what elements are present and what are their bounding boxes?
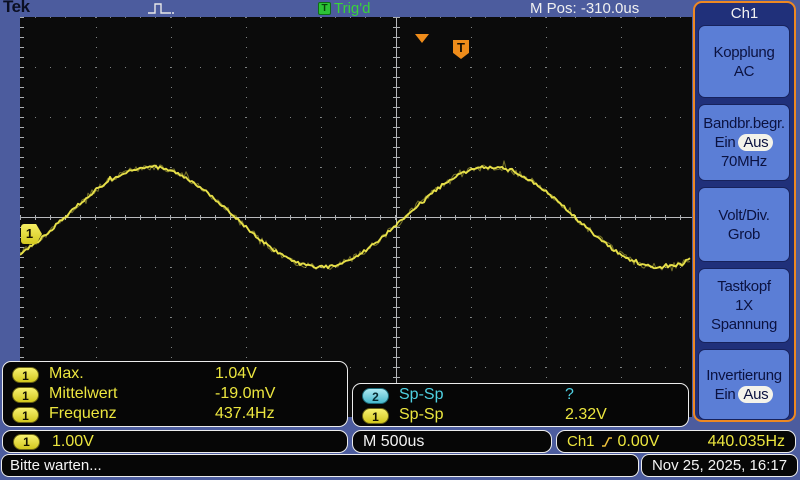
acquisition-pulse-icon	[147, 2, 177, 15]
trigger-status-label: Trig'd	[334, 0, 370, 17]
menu-button-label: Bandbr.begr.	[703, 114, 784, 133]
measurement-label: Frequenz	[49, 405, 117, 423]
ch1-waveform-trace	[20, 17, 692, 417]
menu-button-label: AC	[734, 62, 754, 81]
measurement-value: 1.04V	[215, 365, 257, 383]
waveform-display: T 1	[20, 17, 692, 417]
menu-button-label: Spannung	[711, 315, 777, 334]
menu-button-volt-div[interactable]: Volt/Div.Grob	[698, 187, 790, 262]
ch1-scale-readout: 1 1.00V	[2, 430, 348, 453]
menu-button-bandbreite[interactable]: Bandbr.begr.EinAus70MHz	[698, 104, 790, 181]
tek-logo: Tek	[3, 0, 30, 17]
measurement-row: 1 Max. 1.04V	[3, 365, 347, 385]
toggle-option: Ein	[715, 134, 736, 151]
toggle-option: Ein	[715, 386, 736, 403]
trigger-level: 0.00V	[618, 433, 660, 451]
timebase-value: M 500us	[363, 433, 424, 451]
measurement-value: ?	[565, 386, 574, 404]
toggle-option-selected: Aus	[738, 386, 773, 403]
menu-button-label: Kopplung	[714, 43, 775, 62]
toggle-options: EinAus	[715, 385, 774, 404]
timebase-readout: M 500us	[352, 430, 552, 453]
horizontal-position-readout: M Pos: -310.0us	[530, 0, 639, 17]
top-status-bar: Tek T Trig'd M Pos: -310.0us	[0, 0, 800, 17]
ch1-badge: 1	[362, 408, 389, 424]
menu-button-label: Tastkopf	[717, 277, 770, 296]
menu-button-label: Invertierung	[706, 366, 782, 385]
menu-button-label: 1X	[735, 296, 753, 315]
measurement-value: -19.0mV	[215, 385, 275, 403]
menu-button-label: Grob	[728, 225, 760, 244]
menu-button-kopplung[interactable]: KopplungAC	[698, 25, 790, 98]
ch1-badge: 1	[12, 367, 39, 383]
trigger-source: Ch1	[567, 433, 595, 450]
status-message: Bitte warten...	[10, 457, 102, 474]
ch2-badge: 2	[362, 388, 389, 404]
ch1-badge: 1	[12, 387, 39, 403]
menu-button-invertierung[interactable]: InvertierungEinAus	[698, 349, 790, 420]
soft-menu-panel: Ch1 KopplungACBandbr.begr.EinAus70MHzVol…	[693, 1, 796, 422]
ch1-volts-per-div: 1.00V	[52, 433, 94, 451]
toggle-options: EinAus	[715, 133, 774, 152]
measurement-label: Mittelwert	[49, 385, 117, 403]
menu-button-tastkopf[interactable]: Tastkopf1XSpannung	[698, 268, 790, 343]
trigger-status-icon: T	[318, 2, 331, 15]
measurement-row: 2 Sp-Sp?	[353, 386, 688, 406]
measurement-row: 1 Mittelwert -19.0mV	[3, 385, 347, 405]
measurement-box-secondary: 2 Sp-Sp? 1 Sp-Sp 2.32V	[352, 383, 689, 427]
measurement-value: 2.32V	[565, 406, 607, 424]
datetime-label: Nov 25, 2025, 16:17	[652, 457, 787, 474]
status-message-box: Bitte warten...	[1, 454, 639, 477]
rising-edge-icon	[601, 435, 613, 448]
datetime-box: Nov 25, 2025, 16:17	[641, 454, 798, 477]
oscilloscope-screen: Tek T Trig'd M Pos: -310.0us T 1 Ch1 Kop…	[0, 0, 800, 480]
soft-menu-title: Ch1	[695, 5, 794, 22]
measurement-box-primary: 1 Max. 1.04V 1 Mittelwert -19.0mV 1 Frequenz 437…	[2, 361, 348, 427]
measurement-value: 437.4Hz	[215, 405, 275, 423]
ch1-badge: 1	[13, 434, 40, 450]
measurement-row: 1 Frequenz 437.4Hz	[3, 405, 347, 425]
measurement-label: Sp-Sp	[399, 406, 443, 424]
trigger-frequency: 440.035Hz	[708, 433, 785, 451]
measurement-label: Max.	[49, 365, 84, 383]
trigger-readout: Ch1 0.00V 440.035Hz	[556, 430, 796, 453]
measurement-label: Sp-Sp	[399, 386, 443, 404]
ch1-badge: 1	[12, 407, 39, 423]
trigger-position-icon[interactable]	[415, 34, 429, 43]
measurement-row: 1 Sp-Sp 2.32V	[353, 406, 688, 426]
menu-button-label: 70MHz	[721, 152, 767, 171]
menu-button-label: Volt/Div.	[718, 206, 769, 225]
toggle-option-selected: Aus	[738, 134, 773, 151]
